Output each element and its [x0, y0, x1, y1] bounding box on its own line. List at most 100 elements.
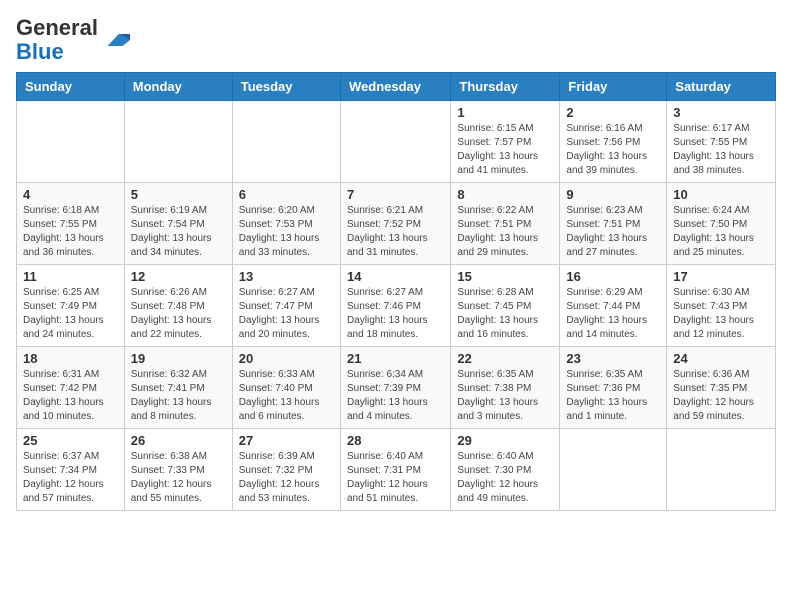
day-info: Sunrise: 6:26 AMSunset: 7:48 PMDaylight:…	[131, 286, 226, 342]
day-info: Sunrise: 6:32 AMSunset: 7:41 PMDaylight:…	[131, 368, 226, 424]
day-number: 28	[347, 433, 444, 448]
logo-general: General	[16, 15, 98, 40]
day-number: 26	[131, 433, 226, 448]
page-header: General Blue	[16, 16, 776, 64]
calendar-cell: 8 Sunrise: 6:22 AMSunset: 7:51 PMDaylight…	[451, 183, 560, 265]
calendar-cell: 7Sunrise: 6:21 AMSunset: 7:52 PMDaylight…	[340, 183, 450, 265]
day-number: 9	[566, 187, 660, 202]
day-info: Sunrise: 6:36 AMSunset: 7:35 PMDaylight:…	[673, 368, 769, 424]
calendar-week-4: 25Sunrise: 6:37 AMSunset: 7:34 PMDayligh…	[17, 429, 776, 511]
day-info: Sunrise: 6:23 AMSunset: 7:51 PMDaylight:…	[566, 204, 660, 260]
day-number: 18	[23, 351, 118, 366]
calendar-cell: 27 Sunrise: 6:39 AMSunset: 7:32 PMDayligh…	[232, 429, 340, 511]
calendar-cell: 10 Sunrise: 6:24 AMSunset: 7:50 PMDayligh…	[667, 183, 776, 265]
day-info: Sunrise: 6:27 AMSunset: 7:47 PMDaylight:…	[239, 286, 334, 342]
day-number: 2	[566, 105, 660, 120]
calendar-week-2: 11 Sunrise: 6:25 AMSunset: 7:49 PMDayligh…	[17, 265, 776, 347]
calendar-cell: 15 Sunrise: 6:28 AMSunset: 7:45 PMDayligh…	[451, 265, 560, 347]
day-number: 19	[131, 351, 226, 366]
day-info: Sunrise: 6:33 AMSunset: 7:40 PMDaylight:…	[239, 368, 334, 424]
calendar-cell	[560, 429, 667, 511]
day-info: Sunrise: 6:38 AMSunset: 7:33 PMDaylight:…	[131, 450, 226, 506]
weekday-header-tuesday: Tuesday	[232, 73, 340, 101]
day-info: Sunrise: 6:30 AMSunset: 7:43 PMDaylight:…	[673, 286, 769, 342]
day-info: Sunrise: 6:40 AMSunset: 7:31 PMDaylight:…	[347, 450, 444, 506]
day-info: Sunrise: 6:39 AMSunset: 7:32 PMDaylight:…	[239, 450, 334, 506]
day-info: Sunrise: 6:17 AMSunset: 7:55 PMDaylight:…	[673, 122, 769, 178]
day-number: 10	[673, 187, 769, 202]
day-info: Sunrise: 6:37 AMSunset: 7:34 PMDaylight:…	[23, 450, 118, 506]
calendar-cell: 17 Sunrise: 6:30 AMSunset: 7:43 PMDayligh…	[667, 265, 776, 347]
calendar-cell: 20 Sunrise: 6:33 AMSunset: 7:40 PMDayligh…	[232, 347, 340, 429]
calendar-cell: 1 Sunrise: 6:15 AMSunset: 7:57 PMDaylight…	[451, 101, 560, 183]
calendar-cell: 16 Sunrise: 6:29 AMSunset: 7:44 PMDayligh…	[560, 265, 667, 347]
day-number: 29	[457, 433, 553, 448]
calendar-cell: 18 Sunrise: 6:31 AMSunset: 7:42 PMDayligh…	[17, 347, 125, 429]
day-info: Sunrise: 6:16 AMSunset: 7:56 PMDaylight:…	[566, 122, 660, 178]
calendar-cell: 28 Sunrise: 6:40 AMSunset: 7:31 PMDayligh…	[340, 429, 450, 511]
day-number: 24	[673, 351, 769, 366]
calendar-cell: 22Sunrise: 6:35 AMSunset: 7:38 PMDayligh…	[451, 347, 560, 429]
calendar-cell: 14 Sunrise: 6:27 AMSunset: 7:46 PMDayligh…	[340, 265, 450, 347]
calendar-cell: 9 Sunrise: 6:23 AMSunset: 7:51 PMDaylight…	[560, 183, 667, 265]
weekday-header-sunday: Sunday	[17, 73, 125, 101]
weekday-header-wednesday: Wednesday	[340, 73, 450, 101]
calendar-cell: 25Sunrise: 6:37 AMSunset: 7:34 PMDayligh…	[17, 429, 125, 511]
day-number: 6	[239, 187, 334, 202]
calendar-cell: 6Sunrise: 6:20 AMSunset: 7:53 PMDaylight…	[232, 183, 340, 265]
day-info: Sunrise: 6:22 AMSunset: 7:51 PMDaylight:…	[457, 204, 553, 260]
day-number: 15	[457, 269, 553, 284]
calendar-cell: 19 Sunrise: 6:32 AMSunset: 7:41 PMDayligh…	[124, 347, 232, 429]
day-number: 5	[131, 187, 226, 202]
day-info: Sunrise: 6:15 AMSunset: 7:57 PMDaylight:…	[457, 122, 553, 178]
calendar-cell: 4Sunrise: 6:18 AMSunset: 7:55 PMDaylight…	[17, 183, 125, 265]
day-info: Sunrise: 6:24 AMSunset: 7:50 PMDaylight:…	[673, 204, 769, 260]
calendar-cell: 11 Sunrise: 6:25 AMSunset: 7:49 PMDayligh…	[17, 265, 125, 347]
day-number: 4	[23, 187, 118, 202]
calendar-cell: 3 Sunrise: 6:17 AMSunset: 7:55 PMDaylight…	[667, 101, 776, 183]
calendar-cell: 24 Sunrise: 6:36 AMSunset: 7:35 PMDayligh…	[667, 347, 776, 429]
day-info: Sunrise: 6:35 AMSunset: 7:36 PMDaylight:…	[566, 368, 660, 424]
day-number: 21	[347, 351, 444, 366]
day-info: Sunrise: 6:29 AMSunset: 7:44 PMDaylight:…	[566, 286, 660, 342]
calendar-cell	[17, 101, 125, 183]
calendar-cell	[667, 429, 776, 511]
day-info: Sunrise: 6:28 AMSunset: 7:45 PMDaylight:…	[457, 286, 553, 342]
calendar-week-3: 18 Sunrise: 6:31 AMSunset: 7:42 PMDayligh…	[17, 347, 776, 429]
day-info: Sunrise: 6:27 AMSunset: 7:46 PMDaylight:…	[347, 286, 444, 342]
day-number: 11	[23, 269, 118, 284]
logo-blue: Blue	[16, 39, 64, 64]
calendar-cell: 26 Sunrise: 6:38 AMSunset: 7:33 PMDayligh…	[124, 429, 232, 511]
day-info: Sunrise: 6:25 AMSunset: 7:49 PMDaylight:…	[23, 286, 118, 342]
calendar-cell: 2 Sunrise: 6:16 AMSunset: 7:56 PMDaylight…	[560, 101, 667, 183]
calendar-cell: 12 Sunrise: 6:26 AMSunset: 7:48 PMDayligh…	[124, 265, 232, 347]
day-number: 20	[239, 351, 334, 366]
day-number: 14	[347, 269, 444, 284]
day-info: Sunrise: 6:31 AMSunset: 7:42 PMDaylight:…	[23, 368, 118, 424]
day-info: Sunrise: 6:34 AMSunset: 7:39 PMDaylight:…	[347, 368, 444, 424]
logo-icon	[100, 31, 130, 49]
calendar-cell	[232, 101, 340, 183]
calendar-week-0: 1 Sunrise: 6:15 AMSunset: 7:57 PMDaylight…	[17, 101, 776, 183]
calendar-cell	[124, 101, 232, 183]
day-info: Sunrise: 6:35 AMSunset: 7:38 PMDaylight:…	[457, 368, 553, 424]
day-info: Sunrise: 6:21 AMSunset: 7:52 PMDaylight:…	[347, 204, 444, 260]
weekday-header-row: SundayMondayTuesdayWednesdayThursdayFrid…	[17, 73, 776, 101]
day-info: Sunrise: 6:40 AMSunset: 7:30 PMDaylight:…	[457, 450, 553, 506]
day-number: 1	[457, 105, 553, 120]
day-number: 8	[457, 187, 553, 202]
day-number: 27	[239, 433, 334, 448]
day-number: 12	[131, 269, 226, 284]
day-info: Sunrise: 6:19 AMSunset: 7:54 PMDaylight:…	[131, 204, 226, 260]
day-number: 13	[239, 269, 334, 284]
weekday-header-friday: Friday	[560, 73, 667, 101]
calendar-cell	[340, 101, 450, 183]
calendar-table: SundayMondayTuesdayWednesdayThursdayFrid…	[16, 72, 776, 511]
day-number: 16	[566, 269, 660, 284]
weekday-header-monday: Monday	[124, 73, 232, 101]
day-number: 3	[673, 105, 769, 120]
calendar-cell: 29 Sunrise: 6:40 AMSunset: 7:30 PMDayligh…	[451, 429, 560, 511]
calendar-cell: 23Sunrise: 6:35 AMSunset: 7:36 PMDayligh…	[560, 347, 667, 429]
day-number: 17	[673, 269, 769, 284]
logo-text: General Blue	[16, 16, 98, 64]
